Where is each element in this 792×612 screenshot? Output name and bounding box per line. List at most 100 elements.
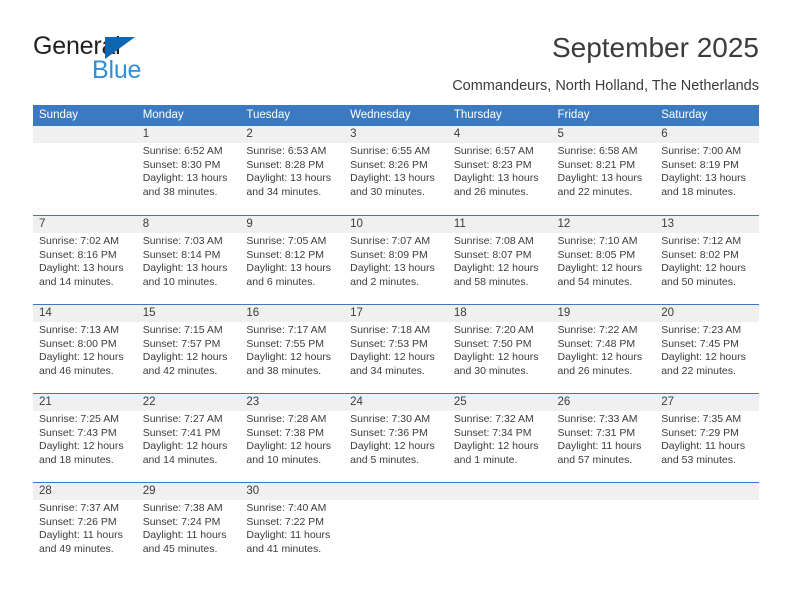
general-blue-logo[interactable]: General Blue <box>33 32 213 84</box>
day-detail-band: Sunrise: 6:52 AM Sunset: 8:30 PM Dayligh… <box>33 143 759 214</box>
day-cell: Sunrise: 7:15 AM Sunset: 7:57 PM Dayligh… <box>137 322 241 393</box>
day-number[interactable]: 10 <box>344 216 448 233</box>
sunrise-text: Sunrise: 7:37 AM <box>39 502 119 514</box>
daylight-text-line2: and 50 minutes. <box>661 275 736 288</box>
sunset-text: Sunset: 7:55 PM <box>246 337 325 350</box>
sunset-text: Sunset: 8:00 PM <box>39 337 117 350</box>
day-number[interactable]: 3 <box>344 126 448 143</box>
daylight-text-line2: and 38 minutes. <box>246 364 322 377</box>
day-number[interactable]: 29 <box>137 483 241 500</box>
daylight-text-line2: and 38 minutes. <box>142 185 218 198</box>
sunrise-text: Sunrise: 6:57 AM <box>453 145 534 157</box>
day-cell: Sunrise: 7:08 AM Sunset: 8:07 PM Dayligh… <box>448 233 552 304</box>
daylight-text-line2: and 2 minutes. <box>350 275 419 288</box>
sunrise-text: Sunrise: 7:10 AM <box>557 235 638 247</box>
weekday-wednesday: Wednesday <box>350 109 411 121</box>
day-number[interactable]: 22 <box>137 394 241 411</box>
sunset-text: Sunset: 8:02 PM <box>661 248 739 261</box>
day-cell: Sunrise: 6:55 AM Sunset: 8:26 PM Dayligh… <box>344 143 448 214</box>
day-number[interactable]: 24 <box>344 394 448 411</box>
week-row: 28 29 30 Sunrise: 7:37 AM Sunset: 7:26 P… <box>33 482 759 571</box>
sunset-text: Sunset: 7:48 PM <box>557 337 636 350</box>
day-cell: Sunrise: 6:53 AM Sunset: 8:28 PM Dayligh… <box>240 143 344 214</box>
daylight-text-line2: and 6 minutes. <box>246 275 316 288</box>
sunset-text: Sunset: 8:14 PM <box>142 248 221 261</box>
day-number[interactable]: 28 <box>33 483 137 500</box>
day-number-band: 1 2 3 4 5 6 <box>33 126 759 143</box>
day-number[interactable]: 18 <box>448 305 552 322</box>
day-detail-band: Sunrise: 7:13 AM Sunset: 8:00 PM Dayligh… <box>33 322 759 393</box>
day-number[interactable]: 14 <box>33 305 137 322</box>
day-number[interactable]: 16 <box>240 305 344 322</box>
logo-word-blue: Blue <box>92 56 142 84</box>
day-number[interactable] <box>448 483 552 500</box>
daylight-text-line1: Daylight: 13 hours <box>246 172 332 185</box>
day-number[interactable]: 8 <box>137 216 241 233</box>
day-number[interactable]: 26 <box>552 394 656 411</box>
daylight-text-line2: and 30 minutes. <box>350 185 425 198</box>
day-number[interactable] <box>552 483 656 500</box>
day-cell: Sunrise: 7:28 AM Sunset: 7:38 PM Dayligh… <box>240 411 344 482</box>
sunrise-text: Sunrise: 7:30 AM <box>350 413 431 425</box>
sunset-text: Sunset: 7:26 PM <box>39 515 117 528</box>
daylight-text-line2: and 45 minutes. <box>142 542 218 555</box>
day-number[interactable]: 19 <box>552 305 656 322</box>
daylight-text-line1: Daylight: 13 hours <box>557 172 643 185</box>
day-number[interactable]: 17 <box>344 305 448 322</box>
daylight-text-line2: and 1 minute. <box>453 453 518 466</box>
day-detail-band: Sunrise: 7:25 AM Sunset: 7:43 PM Dayligh… <box>33 411 759 482</box>
day-number[interactable]: 20 <box>655 305 759 322</box>
daylight-text-line1: Daylight: 11 hours <box>246 529 331 542</box>
day-number[interactable]: 13 <box>655 216 759 233</box>
sunset-text: Sunset: 7:31 PM <box>557 426 636 439</box>
day-cell: Sunrise: 7:23 AM Sunset: 7:45 PM Dayligh… <box>655 322 759 393</box>
day-number[interactable]: 23 <box>240 394 344 411</box>
daylight-text-line2: and 34 minutes. <box>246 185 322 198</box>
daylight-text-line2: and 26 minutes. <box>557 364 633 377</box>
day-cell: Sunrise: 6:58 AM Sunset: 8:21 PM Dayligh… <box>552 143 656 214</box>
day-number[interactable] <box>33 126 137 143</box>
sunset-text: Sunset: 7:34 PM <box>453 426 532 439</box>
day-number[interactable]: 4 <box>448 126 552 143</box>
day-number[interactable]: 7 <box>33 216 137 233</box>
day-cell: Sunrise: 7:30 AM Sunset: 7:36 PM Dayligh… <box>344 411 448 482</box>
day-number[interactable]: 2 <box>240 126 344 143</box>
sunset-text: Sunset: 7:50 PM <box>453 337 532 350</box>
daylight-text-line1: Daylight: 11 hours <box>557 440 642 453</box>
day-cell: Sunrise: 6:57 AM Sunset: 8:23 PM Dayligh… <box>448 143 552 214</box>
daylight-text-line1: Daylight: 12 hours <box>661 351 746 364</box>
sunrise-text: Sunrise: 7:25 AM <box>39 413 119 425</box>
day-number[interactable]: 21 <box>33 394 137 411</box>
day-number[interactable]: 11 <box>448 216 552 233</box>
day-number[interactable]: 9 <box>240 216 344 233</box>
sunrise-text: Sunrise: 7:18 AM <box>350 324 431 336</box>
day-number[interactable]: 15 <box>137 305 241 322</box>
sunset-text: Sunset: 7:41 PM <box>142 426 221 439</box>
day-number[interactable]: 27 <box>655 394 759 411</box>
day-number[interactable]: 25 <box>448 394 552 411</box>
weekday-saturday: Saturday <box>661 109 708 121</box>
day-detail-band: Sunrise: 7:37 AM Sunset: 7:26 PM Dayligh… <box>33 500 759 571</box>
day-cell: Sunrise: 7:00 AM Sunset: 8:19 PM Dayligh… <box>655 143 759 214</box>
day-cell: Sunrise: 7:22 AM Sunset: 7:48 PM Dayligh… <box>552 322 656 393</box>
sunset-text: Sunset: 8:12 PM <box>246 248 325 261</box>
daylight-text-line2: and 14 minutes. <box>39 275 114 288</box>
day-cell: Sunrise: 7:32 AM Sunset: 7:34 PM Dayligh… <box>448 411 552 482</box>
daylight-text-line1: Daylight: 13 hours <box>142 172 228 185</box>
day-number[interactable]: 30 <box>240 483 344 500</box>
daylight-text-line2: and 18 minutes. <box>661 185 736 198</box>
sunrise-text: Sunrise: 7:27 AM <box>142 413 223 425</box>
daylight-text-line1: Daylight: 13 hours <box>453 172 539 185</box>
day-number[interactable]: 12 <box>552 216 656 233</box>
sunrise-text: Sunrise: 6:55 AM <box>350 145 431 157</box>
day-number[interactable] <box>655 483 759 500</box>
daylight-text-line1: Daylight: 11 hours <box>142 529 227 542</box>
day-number[interactable]: 1 <box>137 126 241 143</box>
sunset-text: Sunset: 7:45 PM <box>661 337 739 350</box>
day-number[interactable]: 5 <box>552 126 656 143</box>
week-row: 14 15 16 17 18 19 20 Sunrise: 7:13 AM Su… <box>33 304 759 393</box>
day-number[interactable] <box>344 483 448 500</box>
daylight-text-line1: Daylight: 13 hours <box>39 262 124 275</box>
day-cell: Sunrise: 6:52 AM Sunset: 8:30 PM Dayligh… <box>137 143 241 214</box>
day-number[interactable]: 6 <box>655 126 759 143</box>
